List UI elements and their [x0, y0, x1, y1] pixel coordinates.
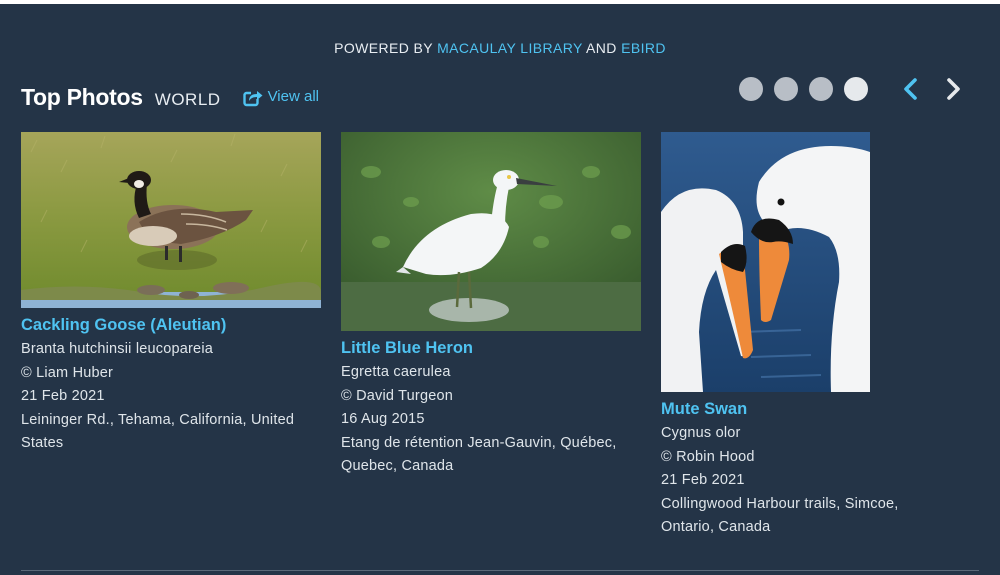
carousel-pagination	[739, 77, 879, 101]
scientific-name: Egretta caerulea	[341, 364, 451, 380]
previous-button[interactable]	[899, 77, 923, 101]
chevron-right-icon	[947, 78, 960, 100]
section-header: Top Photos WORLD View all	[21, 84, 319, 111]
common-name[interactable]: Cackling Goose (Aleutian)	[21, 316, 321, 335]
scientific-name: Branta hutchinsii leucopareia	[21, 341, 213, 357]
view-all-label: View all	[267, 87, 319, 105]
photo-location: Collingwood Harbour trails, Simcoe, Onta…	[661, 495, 899, 536]
section-divider	[21, 570, 979, 571]
photo-date: 21 Feb 2021	[661, 472, 745, 488]
photo-little-blue-heron[interactable]	[341, 132, 641, 331]
macaulay-library-link[interactable]: MACAULAY LIBRARY	[437, 40, 582, 56]
page-dot-3[interactable]	[809, 77, 833, 101]
chevron-left-icon	[904, 78, 917, 100]
photo-card-3[interactable]: Mute Swan Cygnus olor © Robin Hood 21 Fe…	[661, 132, 931, 540]
photo-location: Etang de rétention Jean-Gauvin, Québec, …	[341, 434, 617, 475]
photo-cackling-goose[interactable]	[21, 132, 321, 308]
powered-by-line: POWERED BY MACAULAY LIBRARY AND EBIRD	[0, 40, 1000, 56]
section-title: Top Photos	[21, 84, 143, 110]
photo-date: 16 Aug 2015	[341, 411, 425, 427]
ebird-link[interactable]: EBIRD	[621, 40, 666, 56]
common-name[interactable]: Little Blue Heron	[341, 339, 641, 358]
view-all-link[interactable]: View all	[242, 87, 319, 107]
top-photos-panel: POWERED BY MACAULAY LIBRARY AND EBIRD To…	[0, 4, 1000, 575]
external-link-icon	[242, 91, 263, 107]
photo-card-2[interactable]: Little Blue Heron Egretta caerulea © Dav…	[341, 132, 641, 479]
page-dot-1[interactable]	[739, 77, 763, 101]
photo-credit: © David Turgeon	[341, 387, 454, 404]
page-dot-2[interactable]	[774, 77, 798, 101]
common-name[interactable]: Mute Swan	[661, 400, 931, 419]
scientific-name: Cygnus olor	[661, 425, 741, 441]
photo-mute-swan[interactable]	[661, 132, 870, 392]
page-dot-4[interactable]	[844, 77, 868, 101]
photo-credit: © Liam Huber	[21, 364, 114, 381]
photo-credit: © Robin Hood	[661, 448, 755, 465]
region-label: WORLD	[154, 90, 221, 109]
photo-card-1[interactable]: Cackling Goose (Aleutian) Branta hutchin…	[21, 132, 321, 456]
powered-by-prefix: POWERED BY	[334, 40, 433, 56]
photo-location: Leininger Rd., Tehama, California, Unite…	[21, 411, 295, 452]
photo-date: 21 Feb 2021	[21, 388, 105, 404]
next-button[interactable]	[941, 77, 965, 101]
powered-by-and: AND	[586, 40, 617, 56]
